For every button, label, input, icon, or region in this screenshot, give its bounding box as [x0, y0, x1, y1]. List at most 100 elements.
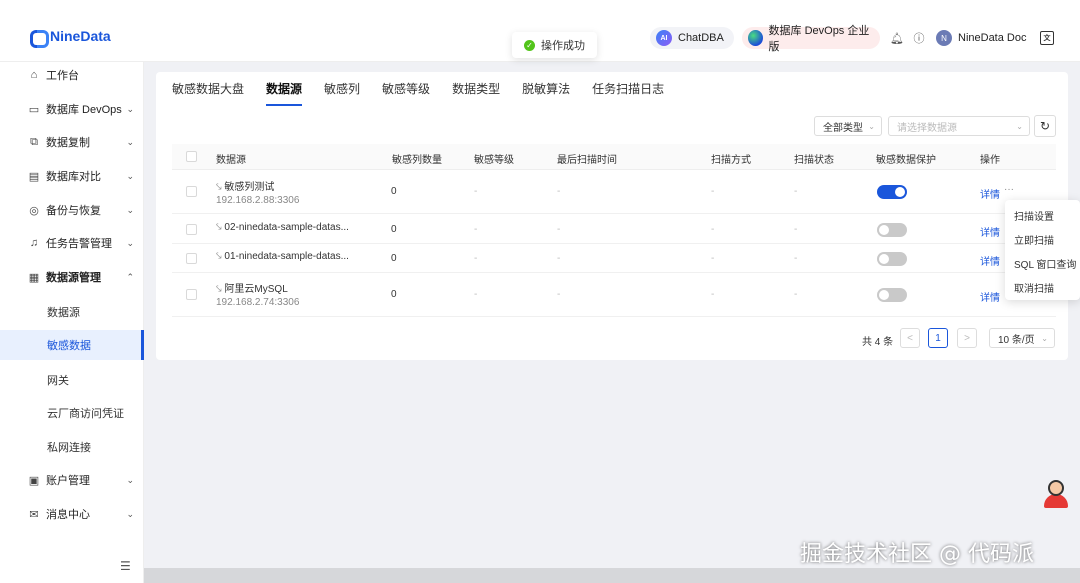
sidebar: ⌂ 工作台 ▭ 数据库 DevOps ⌄ ⧉ 数据复制 ⌄ ▤ 数据库对比 ⌄ …	[0, 62, 144, 583]
chatdba-button[interactable]: AI ChatDBA	[650, 27, 734, 49]
language-switch-icon[interactable]: 文	[1040, 31, 1054, 45]
datasource-cell: ⤥ 02-ninedata-sample-datas...	[216, 222, 349, 233]
tab-masking-algorithms[interactable]: 脱敏算法	[511, 82, 581, 106]
sidebar-item-alerts[interactable]: ♫ 任务告警管理 ⌄	[0, 231, 144, 255]
sidebar-item-label: 任务告警管理	[46, 238, 112, 250]
tab-sensitive-levels[interactable]: 敏感等级	[371, 82, 441, 106]
table-row: ⤥ 敏感列测试 192.168.2.88:3306 0 - - - - 详情 ·…	[172, 171, 1056, 214]
column-header-last-scan: 最后扫描时间	[557, 155, 617, 166]
refresh-button[interactable]: ↻	[1034, 115, 1056, 137]
sidebar-subitem-datasource[interactable]: 数据源	[0, 297, 144, 327]
sensitive-count: 0	[391, 289, 397, 300]
support-assistant-head	[1048, 480, 1064, 496]
menu-item-scan-now[interactable]: 立即扫描	[1014, 232, 1054, 247]
datasource-address: 192.168.2.88:3306	[216, 195, 300, 206]
menu-item-scan-settings[interactable]: 扫描设置	[1014, 208, 1054, 223]
chevron-down-icon: ⌄	[1016, 121, 1023, 131]
refresh-icon: ↻	[1039, 119, 1051, 133]
protection-toggle[interactable]	[877, 252, 907, 266]
scan-status: -	[794, 186, 798, 197]
backup-icon: ◎	[29, 204, 39, 217]
prev-page-button[interactable]: <	[900, 328, 920, 348]
help-icon[interactable]: ⓘ	[912, 31, 926, 45]
scan-method: -	[711, 224, 715, 235]
sidebar-subitem-cloud-credentials[interactable]: 云厂商访问凭证	[0, 398, 144, 428]
row-checkbox[interactable]	[186, 224, 197, 235]
table-row: ⤥ 01-ninedata-sample-datas... 0 - - - - …	[172, 244, 1056, 273]
table-row: ⤥ 02-ninedata-sample-datas... 0 - - - - …	[172, 215, 1056, 244]
datasource-address: 192.168.2.74:3306	[216, 297, 300, 308]
datasource-name: 敏感列测试	[224, 182, 275, 193]
sidebar-item-label: 备份与恢复	[46, 205, 101, 217]
logo[interactable]: NineData	[30, 28, 111, 48]
tab-datasource[interactable]: 数据源	[255, 82, 313, 106]
tab-data-types[interactable]: 数据类型	[441, 82, 511, 106]
details-link[interactable]: 详情	[980, 253, 1000, 268]
datasource-cell: ⤥ 敏感列测试	[216, 178, 274, 193]
sensitive-count: 0	[391, 224, 397, 235]
protection-toggle[interactable]	[877, 223, 907, 237]
more-actions-menu: 扫描设置 立即扫描 SQL 窗口查询 取消扫描	[1005, 200, 1080, 300]
sidebar-item-devops[interactable]: ▭ 数据库 DevOps ⌄	[0, 97, 144, 121]
chevron-down-icon: ⌄	[126, 508, 134, 519]
type-filter-select[interactable]: 全部类型 ⌄	[814, 116, 882, 136]
scan-method: -	[711, 289, 715, 300]
sidebar-item-replication[interactable]: ⧉ 数据复制 ⌄	[0, 130, 144, 154]
globe-icon	[748, 30, 763, 46]
collapse-sidebar-icon[interactable]: ☰	[120, 559, 131, 573]
protection-toggle[interactable]	[877, 288, 907, 302]
row-checkbox[interactable]	[186, 289, 197, 300]
tab-scan-logs[interactable]: 任务扫描日志	[581, 82, 675, 106]
bell-icon: ♫	[29, 237, 39, 249]
sensitive-level: -	[474, 224, 478, 235]
chevron-down-icon: ⌄	[126, 237, 134, 248]
column-header-actions: 操作	[980, 155, 1000, 166]
monitor-icon: ▭	[28, 103, 40, 116]
chevron-down-icon: ⌄	[1041, 333, 1048, 343]
sidebar-item-compare[interactable]: ▤ 数据库对比 ⌄	[0, 164, 144, 188]
home-icon: ⌂	[30, 69, 38, 81]
column-header-protection: 敏感数据保护	[876, 155, 936, 166]
account-icon: ▣	[28, 474, 40, 487]
details-link[interactable]: 详情	[980, 224, 1000, 239]
page-size-select[interactable]: 10 条/页 ⌄	[989, 328, 1055, 348]
row-checkbox[interactable]	[186, 186, 197, 197]
sidebar-item-messages[interactable]: ✉ 消息中心 ⌄	[0, 502, 144, 526]
user-menu[interactable]: N NineData Doc	[936, 30, 1026, 46]
details-link[interactable]: 详情	[980, 289, 1000, 304]
row-checkbox[interactable]	[186, 253, 197, 264]
chevron-down-icon: ⌄	[126, 136, 134, 147]
table-header: 数据源 敏感列数量 敏感等级 最后扫描时间 扫描方式 扫描状态 敏感数据保护 操…	[172, 144, 1056, 170]
devops-edition-button[interactable]: 数据库 DevOps 企业版	[742, 25, 880, 53]
sidebar-item-workbench[interactable]: ⌂ 工作台	[0, 63, 144, 87]
devops-edition-label: 数据库 DevOps 企业版	[768, 25, 870, 53]
tab-sensitive-columns[interactable]: 敏感列	[313, 82, 371, 106]
details-link[interactable]: 详情	[980, 186, 1000, 201]
bottom-band	[144, 568, 1080, 583]
last-scan-time: -	[557, 186, 561, 197]
sidebar-subitem-private-link[interactable]: 私网连接	[0, 432, 144, 462]
sidebar-item-label: 数据源管理	[46, 272, 101, 284]
sidebar-item-backup[interactable]: ◎ 备份与恢复 ⌄	[0, 198, 144, 222]
next-page-button[interactable]: >	[957, 328, 977, 348]
tab-sensitive-dashboard[interactable]: 敏感数据大盘	[172, 82, 255, 106]
more-actions-icon[interactable]: ···	[1004, 184, 1014, 195]
support-assistant-icon[interactable]	[1042, 478, 1070, 510]
sidebar-item-account[interactable]: ▣ 账户管理 ⌄	[0, 468, 144, 492]
protection-toggle[interactable]	[877, 185, 907, 199]
menu-item-sql-query[interactable]: SQL 窗口查询	[1014, 256, 1076, 271]
main-card: 敏感数据大盘 数据源 敏感列 敏感等级 数据类型 脱敏算法 任务扫描日志 全部类…	[156, 72, 1068, 360]
sidebar-subitem-gateway[interactable]: 网关	[0, 365, 144, 395]
sidebar-subitem-sensitive-data[interactable]: 敏感数据	[0, 330, 144, 360]
menu-item-cancel-scan[interactable]: 取消扫描	[1014, 280, 1054, 295]
sidebar-item-datasource-mgmt[interactable]: ▦ 数据源管理 ⌃	[0, 265, 144, 289]
table-row: ⤥ 阿里云MySQL 192.168.2.74:3306 0 - - - - 详…	[172, 274, 1056, 317]
notification-icon[interactable]: 🔔︎	[890, 31, 904, 45]
datasource-filter-select[interactable]: 请选择数据源 ⌄	[888, 116, 1030, 136]
last-scan-time: -	[557, 253, 561, 264]
page-number-button[interactable]: 1	[928, 328, 948, 348]
datasource-name: 阿里云MySQL	[224, 284, 288, 295]
chevron-down-icon: ⌄	[126, 474, 134, 485]
select-all-checkbox[interactable]	[186, 151, 197, 162]
chevron-down-icon: ⌄	[126, 170, 134, 181]
